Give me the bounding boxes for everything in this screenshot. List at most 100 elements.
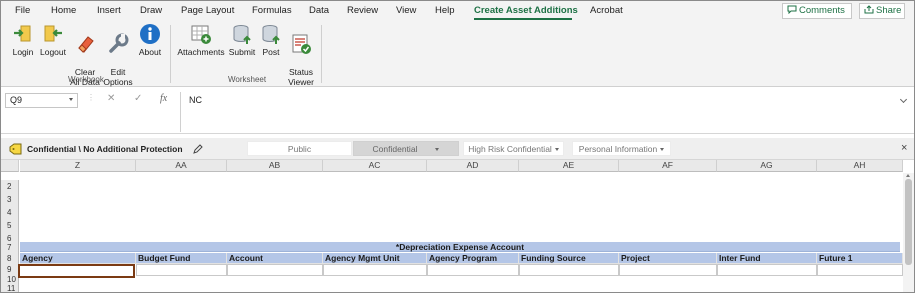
row-header-5[interactable]: 5 [1,219,19,232]
sensitivity-option-confidential[interactable]: Confidential [353,141,459,156]
input-cell[interactable] [323,264,427,276]
menu-home[interactable]: Home [51,5,76,16]
vertical-scrollbar[interactable] [903,173,914,292]
menu-data[interactable]: Data [309,5,329,16]
column-header-ae[interactable]: AE [519,160,619,172]
post-label: Post [262,47,280,57]
select-all-corner[interactable] [1,160,19,172]
sensitivity-option-confidential-label: Confidential [372,144,418,154]
input-cell[interactable] [136,264,227,276]
menu-review[interactable]: Review [347,5,378,16]
enter-icon[interactable]: ✓ [134,93,142,104]
menu-page-layout[interactable]: Page Layout [181,5,234,16]
submit-button[interactable]: Submit [227,23,257,57]
share-label: Share [876,5,902,16]
post-button[interactable]: Post [258,23,284,57]
column-header-ah[interactable]: AH [817,160,903,172]
row-header-7[interactable]: 7 [1,242,19,253]
sensitivity-option-public[interactable]: Public [247,141,352,156]
sensitivity-option-personal-information[interactable]: Personal Information [572,141,671,156]
row-header-10[interactable]: 10 [1,276,19,284]
status-viewer-label: Status Viewer [288,67,314,87]
info-icon [140,24,160,44]
selected-cell-z9[interactable] [18,264,135,278]
edit-options-button[interactable]: Edit Options [102,23,134,87]
submit-database-icon [233,25,251,44]
menu-draw[interactable]: Draw [140,5,162,16]
name-box[interactable]: Q9 [5,93,78,108]
logout-button[interactable]: Logout [38,23,68,57]
header-cell-future-1: Future 1 [817,253,903,264]
comments-button[interactable]: Comments [782,3,852,19]
name-box-dropdown-icon[interactable] [69,98,73,101]
close-icon[interactable]: × [901,142,907,154]
formula-bar-divider-icon: ⋮ [87,93,95,102]
menu-acrobat[interactable]: Acrobat [590,5,623,16]
menu-file[interactable]: File [15,5,30,16]
input-cell[interactable] [427,264,519,276]
scroll-up-icon[interactable] [906,174,910,177]
sensitivity-option-high-risk[interactable]: High Risk Confidential [463,141,564,156]
input-cell[interactable] [227,264,323,276]
pencil-icon[interactable] [193,144,203,154]
column-header-ab[interactable]: AB [227,160,323,172]
insert-function-icon[interactable]: fx [160,93,167,104]
scroll-thumb[interactable] [905,179,912,265]
sensitivity-bar: Confidential \ No Additional Protection … [1,138,914,160]
eraser-icon [78,36,94,53]
header-cell-project: Project [619,253,717,264]
row-header-8[interactable]: 8 [1,253,19,264]
column-header-ac[interactable]: AC [323,160,427,172]
worksheet-grid: Z AA AB AC AD AE AF AG AH 2 3 4 5 6 7 8 … [1,160,914,292]
sensitivity-tag-icon [9,143,22,155]
ribbon: Login Logout Clear All Data Edit Options [1,21,914,87]
input-cell[interactable] [817,264,903,276]
login-label: Login [12,47,34,57]
column-header-aa[interactable]: AA [136,160,227,172]
input-cell[interactable] [519,264,619,276]
menu-view[interactable]: View [396,5,416,16]
chevron-down-icon [435,148,440,152]
row-header-4[interactable]: 4 [1,206,19,219]
header-cell-funding-source: Funding Source [519,253,619,264]
attachments-button[interactable]: Attachments [176,23,226,57]
menu-bar: File Home Insert Draw Page Layout Formul… [1,1,914,21]
header-cell-agency: Agency [20,253,136,264]
status-viewer-button[interactable]: Status Viewer [286,23,316,87]
chevron-down-icon [554,148,559,152]
column-header-af[interactable]: AF [619,160,717,172]
formula-input[interactable]: NC [180,92,911,132]
menu-insert[interactable]: Insert [97,5,121,16]
column-header-z[interactable]: Z [20,160,136,172]
share-button[interactable]: Share [859,3,905,19]
depreciation-expense-account-title: *Depreciation Expense Account [20,242,900,252]
sensitivity-option-high-risk-label: High Risk Confidential [468,144,552,154]
formula-value: NC [189,95,202,105]
input-cell[interactable] [619,264,717,276]
row-header-2[interactable]: 2 [1,180,19,193]
column-header-ag[interactable]: AG [717,160,817,172]
active-tab-underline [474,18,572,20]
header-cell-inter-fund: Inter Fund [717,253,817,264]
sensitivity-label: Confidential \ No Additional Protection [27,144,183,154]
menu-create-asset-additions[interactable]: Create Asset Additions [474,5,578,16]
workbook-group-label: Workbook [68,75,104,84]
group-separator [170,25,171,83]
name-box-value: Q9 [10,95,23,105]
input-cell[interactable] [717,264,817,276]
row-header-3[interactable]: 3 [1,193,19,206]
group-separator [321,25,322,83]
row-header-11[interactable]: 11 [1,284,19,292]
row-header-6[interactable]: 6 [1,232,19,243]
cancel-icon[interactable]: ✕ [107,93,115,104]
column-header-ad[interactable]: AD [427,160,519,172]
status-viewer-icon [292,34,311,54]
login-button[interactable]: Login [10,23,36,57]
menu-formulas[interactable]: Formulas [252,5,292,16]
wrench-icon [109,33,129,53]
about-button[interactable]: About [136,23,164,57]
share-icon [864,5,874,14]
comment-icon [787,5,797,15]
menu-help[interactable]: Help [435,5,455,16]
worksheet-group-label: Worksheet [228,75,267,84]
